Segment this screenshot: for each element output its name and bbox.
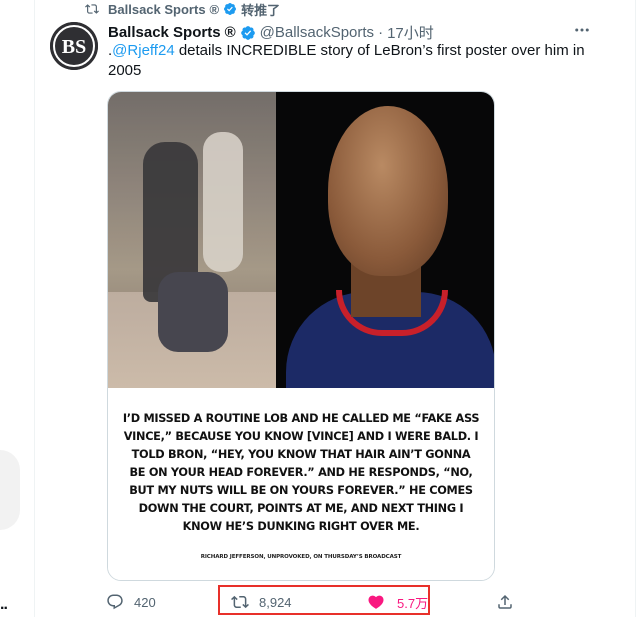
quote-text: I’D MISSED A ROUTINE LOB AND HE CALLED M… <box>122 412 480 533</box>
avatar-text: BS <box>62 36 86 58</box>
tweet-timestamp[interactable]: 17小时 <box>387 22 434 43</box>
author-handle[interactable]: @BallsackSports <box>260 24 374 41</box>
tweet-text: .@Rjeff24 details INCREDIBLE story of Le… <box>108 41 608 81</box>
more-icon <box>575 28 589 32</box>
brand-logo-icon: BS <box>50 22 98 70</box>
quote-panel: I’D MISSED A ROUTINE LOB AND HE CALLED M… <box>108 388 494 580</box>
photo-overlay <box>108 92 276 388</box>
timeline-border-left <box>34 0 35 617</box>
left-panel-scroll-shadow <box>0 450 20 530</box>
quote-attribution: RICHARD JEFFERSON, UNPROVOKED, ON THURSD… <box>200 554 402 560</box>
verified-badge-icon <box>224 3 237 15</box>
dunk-photo <box>108 92 276 388</box>
timeline-border-right <box>635 0 636 617</box>
portrait-photo <box>276 92 494 388</box>
registered-mark: ® <box>209 1 220 17</box>
retweet-icon <box>85 4 99 14</box>
header-separator: · <box>378 24 384 41</box>
tweet-media[interactable]: I’D MISSED A ROUTINE LOB AND HE CALLED M… <box>107 91 495 581</box>
tweet-text-body: details INCREDIBLE story of LeBron’s fir… <box>108 42 585 79</box>
retweet-account[interactable]: Ballsack Sports <box>108 2 206 17</box>
reply-button[interactable]: 420 <box>106 592 156 612</box>
tweet-header: Ballsack Sports ® @BallsackSports · 17小时 <box>108 22 434 43</box>
retweet-action-text: 转推了 <box>241 2 281 18</box>
more-options-button[interactable] <box>572 22 592 38</box>
verified-badge-icon <box>240 25 255 40</box>
reply-count: 420 <box>134 594 156 610</box>
reply-icon <box>107 594 123 610</box>
share-button[interactable] <box>496 592 524 612</box>
head-shape <box>328 106 448 276</box>
retweet-banner[interactable]: Ballsack Sports ® 转推了 <box>84 0 280 18</box>
author-avatar[interactable]: BS <box>50 22 98 70</box>
registered-mark: ® <box>224 24 236 41</box>
annotation-highlight-box <box>218 585 430 615</box>
mention-link[interactable]: @Rjeff24 <box>112 42 174 59</box>
author-name[interactable]: Ballsack Sports <box>108 24 221 41</box>
share-icon <box>498 594 512 609</box>
